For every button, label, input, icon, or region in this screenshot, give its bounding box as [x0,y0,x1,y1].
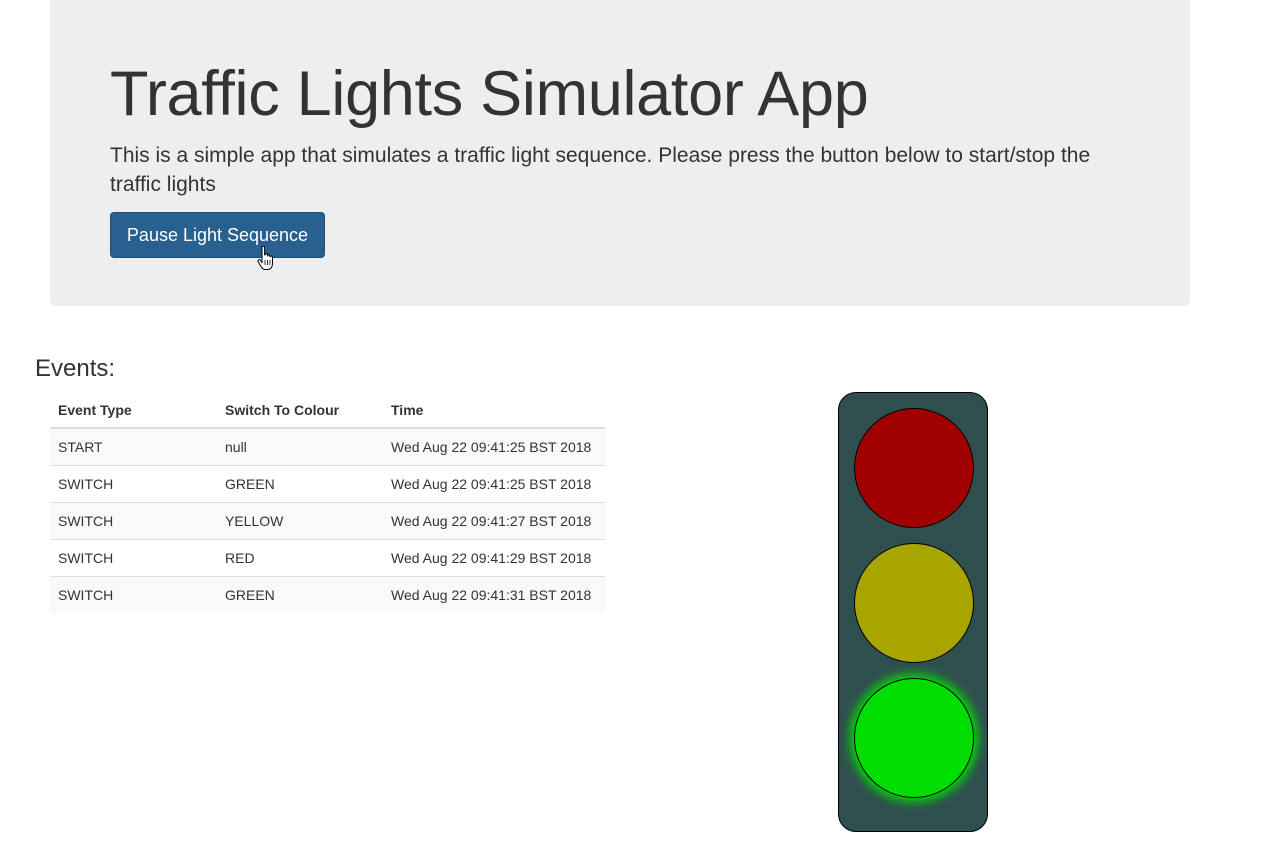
time-cell: Wed Aug 22 09:41:31 BST 2018 [383,575,605,613]
time-cell: Wed Aug 22 09:41:27 BST 2018 [383,501,605,539]
colour-cell: YELLOW [217,501,383,539]
time-cell: Wed Aug 22 09:41:25 BST 2018 [383,464,605,502]
colour-cell: RED [217,538,383,576]
table-row: START null Wed Aug 22 09:41:25 BST 2018 [50,428,605,465]
time-cell: Wed Aug 22 09:41:25 BST 2018 [391,438,592,455]
colour-cell: GREEN [217,464,383,502]
colour-cell: null [225,438,247,455]
colour-cell: GREEN [217,575,383,613]
event-type-cell: SWITCH [50,501,217,539]
jumbotron-header: Traffic Lights Simulator App This is a s… [50,0,1190,306]
green-lamp [854,678,974,798]
time-cell: Wed Aug 22 09:41:29 BST 2018 [383,538,605,576]
event-type-cell: SWITCH [50,575,217,613]
traffic-light [838,392,988,832]
column-header-switch-to-colour: Switch To Colour [217,392,383,429]
red-lamp [854,408,974,528]
event-type-cell: START [58,438,103,455]
pause-light-sequence-button[interactable]: Pause Light Sequence [110,212,325,258]
column-header-event-type: Event Type [50,392,217,429]
events-table: Event Type Switch To Colour Time START n… [50,392,605,613]
yellow-lamp [854,543,974,663]
table-row: SWITCH GREEN Wed Aug 22 09:41:25 BST 201… [50,464,605,502]
event-type-cell: SWITCH [50,538,217,576]
table-row: SWITCH GREEN Wed Aug 22 09:41:31 BST 201… [50,575,605,613]
event-type-cell: SWITCH [50,464,217,502]
page-title: Traffic Lights Simulator App [110,59,869,129]
table-header-row: Event Type Switch To Colour Time [50,392,605,429]
page-description: This is a simple app that simulates a tr… [110,144,1091,196]
column-header-time: Time [383,392,605,429]
table-row: SWITCH RED Wed Aug 22 09:41:29 BST 2018 [50,538,605,576]
events-heading: Events: [35,355,116,382]
hand-pointer-icon [257,246,273,270]
table-row: SWITCH YELLOW Wed Aug 22 09:41:27 BST 20… [50,501,605,539]
